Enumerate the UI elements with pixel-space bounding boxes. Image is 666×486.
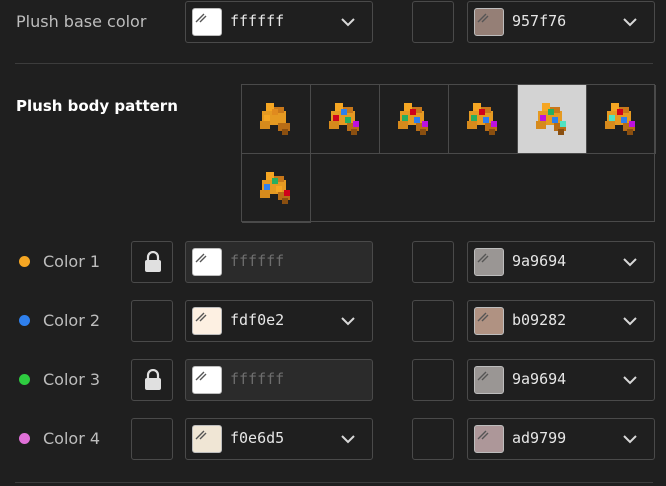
- color-2-primary-picker[interactable]: fdf0e2: [185, 300, 373, 342]
- color-1-label: Color 1: [43, 252, 101, 271]
- color-3-primary-swatch: [192, 366, 222, 394]
- color-1-secondary-empty-box[interactable]: [412, 241, 454, 283]
- color-4-secondary-picker[interactable]: ad9799: [467, 418, 655, 460]
- color-3-primary-hex: ffffff: [230, 370, 285, 388]
- chevron-down-icon: [341, 18, 355, 27]
- base-secondary-empty-box[interactable]: [412, 1, 454, 43]
- color-1-primary-picker[interactable]: ffffff: [185, 241, 373, 283]
- base-primary-hex: ffffff: [230, 12, 285, 30]
- color-1-secondary-swatch: [474, 248, 504, 276]
- section-divider: [15, 63, 653, 64]
- color-2-secondary-hex: b09282: [512, 311, 567, 329]
- color-2-lock-toggle[interactable]: [131, 300, 173, 342]
- eyedropper-icon: [477, 430, 489, 440]
- lock-icon: [145, 369, 161, 390]
- eyedropper-icon: [477, 312, 489, 322]
- color-2-label: Color 2: [43, 311, 101, 330]
- color-4-secondary-swatch: [474, 425, 504, 453]
- pattern-grid: [241, 84, 656, 223]
- color-3-label: Color 3: [43, 370, 101, 389]
- plush-sprite-icon: [398, 103, 428, 135]
- color-2-primary-swatch: [192, 307, 222, 335]
- chevron-down-icon: [623, 18, 637, 27]
- pattern-tile-2[interactable]: [311, 85, 380, 154]
- eyedropper-icon: [195, 371, 207, 381]
- color-2-primary-hex: fdf0e2: [230, 311, 285, 329]
- base-secondary-color-picker[interactable]: 957f76: [467, 1, 655, 43]
- section-divider-bottom: [15, 482, 653, 483]
- plush-sprite-icon: [260, 103, 290, 135]
- color-1-secondary-hex: 9a9694: [512, 252, 567, 270]
- pattern-tile-1[interactable]: [242, 85, 311, 154]
- color-4-primary-picker[interactable]: f0e6d5: [185, 418, 373, 460]
- lock-icon: [145, 251, 161, 272]
- base-primary-color-picker[interactable]: ffffff: [185, 1, 373, 43]
- color-2-secondary-picker[interactable]: b09282: [467, 300, 655, 342]
- chevron-down-icon: [623, 317, 637, 326]
- chevron-down-icon: [623, 376, 637, 385]
- color-2-secondary-empty-box[interactable]: [412, 300, 454, 342]
- plush-sprite-icon: [329, 103, 359, 135]
- eyedropper-icon: [477, 253, 489, 263]
- color-4-primary-swatch: [192, 425, 222, 453]
- chevron-down-icon: [341, 435, 355, 444]
- eyedropper-icon: [195, 430, 207, 440]
- base-secondary-swatch: [474, 8, 504, 36]
- color-4-primary-hex: f0e6d5: [230, 429, 285, 447]
- pattern-tile-7[interactable]: [242, 154, 311, 223]
- eyedropper-icon: [195, 312, 207, 322]
- color-4-secondary-empty-box[interactable]: [412, 418, 454, 460]
- pattern-tile-6[interactable]: [587, 85, 656, 154]
- color-3-secondary-picker[interactable]: 9a9694: [467, 359, 655, 401]
- plush-sprite-icon: [536, 103, 566, 135]
- eyedropper-icon: [195, 253, 207, 263]
- color-3-primary-picker[interactable]: ffffff: [185, 359, 373, 401]
- color-4-dot: [19, 433, 30, 444]
- plush-sprite-icon: [467, 103, 497, 135]
- pattern-tile-3[interactable]: [380, 85, 449, 154]
- color-3-lock-toggle[interactable]: [131, 359, 173, 401]
- eyedropper-icon: [195, 13, 207, 23]
- color-1-primary-hex: ffffff: [230, 252, 285, 270]
- color-3-dot: [19, 374, 30, 385]
- color-4-label: Color 4: [43, 429, 101, 448]
- plush-sprite-icon: [605, 103, 635, 135]
- color-4-lock-toggle[interactable]: [131, 418, 173, 460]
- base-primary-swatch: [192, 8, 222, 36]
- eyedropper-icon: [477, 371, 489, 381]
- color-1-lock-toggle[interactable]: [131, 241, 173, 283]
- color-1-primary-swatch: [192, 248, 222, 276]
- color-2-secondary-swatch: [474, 307, 504, 335]
- color-3-secondary-swatch: [474, 366, 504, 394]
- pattern-tile-4[interactable]: [449, 85, 518, 154]
- color-1-secondary-picker[interactable]: 9a9694: [467, 241, 655, 283]
- color-4-secondary-hex: ad9799: [512, 429, 567, 447]
- plush-sprite-icon: [260, 172, 290, 204]
- chevron-down-icon: [623, 435, 637, 444]
- chevron-down-icon: [341, 317, 355, 326]
- plush-base-color-label: Plush base color: [16, 12, 147, 31]
- color-3-secondary-empty-box[interactable]: [412, 359, 454, 401]
- color-2-dot: [19, 315, 30, 326]
- color-1-dot: [19, 256, 30, 267]
- color-3-secondary-hex: 9a9694: [512, 370, 567, 388]
- base-secondary-hex: 957f76: [512, 12, 567, 30]
- plush-body-pattern-label: Plush body pattern: [16, 97, 178, 115]
- eyedropper-icon: [477, 13, 489, 23]
- chevron-down-icon: [623, 258, 637, 267]
- pattern-tile-5[interactable]: [518, 85, 587, 154]
